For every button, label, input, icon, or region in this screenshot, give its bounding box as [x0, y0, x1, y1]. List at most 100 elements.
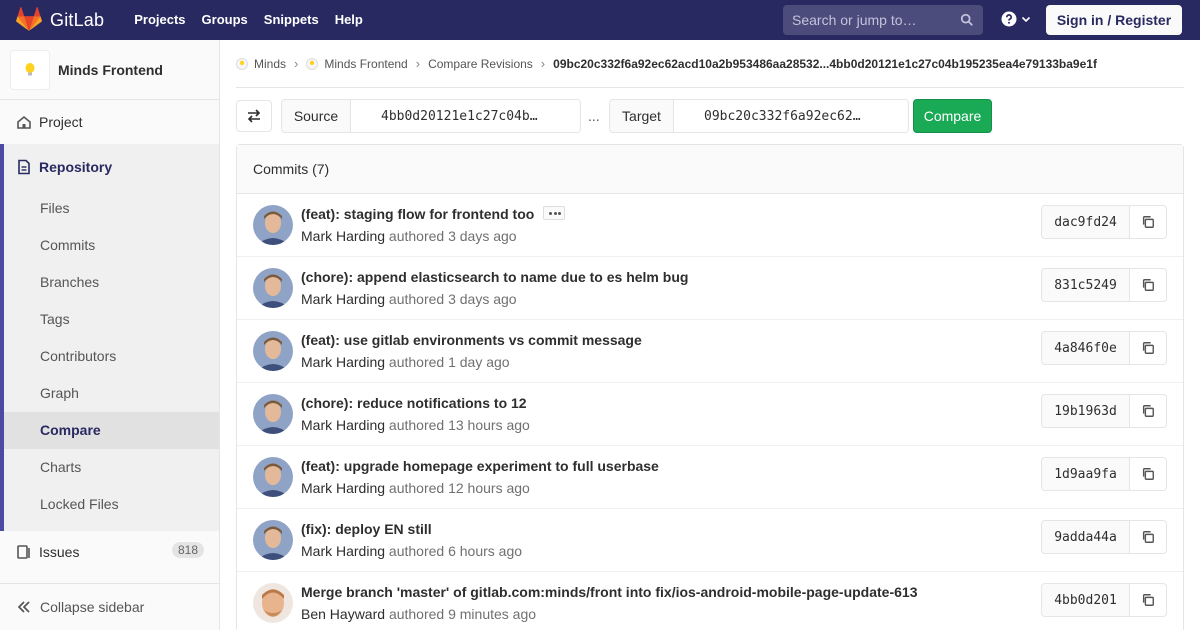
commit-title-text[interactable]: (feat): upgrade homepage experiment to f… — [301, 458, 659, 474]
avatar[interactable] — [253, 394, 293, 434]
commit-title-text[interactable]: (chore): append elasticsearch to name du… — [301, 269, 688, 285]
avatar[interactable] — [253, 520, 293, 560]
commit-sha[interactable]: 9adda44a — [1041, 520, 1130, 554]
commit-row: (chore): reduce notifications to 12 Mark … — [237, 383, 1183, 446]
sidebar-item-label: Project — [39, 114, 83, 130]
copy-sha-button[interactable] — [1130, 583, 1167, 617]
copy-icon — [1142, 531, 1154, 543]
breadcrumb-item-minds[interactable]: Minds — [236, 57, 286, 71]
sidebar-item-commits[interactable]: Commits — [40, 237, 95, 253]
compare-button[interactable]: Compare — [913, 99, 992, 133]
breadcrumb-current[interactable]: 09bc20c332f6a92ec62acd10a2b953486aa28532… — [553, 57, 1097, 71]
swap-revisions-button[interactable] — [236, 100, 272, 132]
commit-title-text[interactable]: (chore): reduce notifications to 12 — [301, 395, 527, 411]
expand-message-button[interactable] — [543, 206, 566, 221]
commit-sha-group: 831c5249 — [1041, 268, 1167, 302]
avatar[interactable] — [253, 205, 293, 245]
source-label: Source — [281, 99, 351, 133]
commit-title[interactable]: (fix): deploy EN still — [301, 521, 432, 537]
commit-title[interactable]: Merge branch 'master' of gitlab.com:mind… — [301, 584, 918, 600]
nav-links: Projects Groups Snippets Help — [126, 0, 371, 40]
commit-author[interactable]: Mark Harding — [301, 480, 385, 496]
commit-time: authored 12 hours ago — [388, 480, 530, 496]
nav-groups[interactable]: Groups — [194, 0, 256, 40]
question-icon — [1001, 11, 1017, 27]
double-chevron-left-icon — [17, 601, 30, 613]
search-input[interactable]: Search or jump to… — [783, 5, 983, 35]
copy-sha-button[interactable] — [1130, 457, 1167, 491]
avatar[interactable] — [253, 583, 293, 623]
copy-sha-button[interactable] — [1130, 205, 1167, 239]
source-revision-input[interactable]: 4bb0d20121e1c27c04b… — [350, 99, 581, 133]
commit-title[interactable]: (chore): reduce notifications to 12 — [301, 395, 527, 411]
commit-sha[interactable]: 4bb0d201 — [1041, 583, 1130, 617]
commit-sha[interactable]: 19b1963d — [1041, 394, 1130, 428]
sidebar-item-graph[interactable]: Graph — [40, 385, 79, 401]
commit-title[interactable]: (feat): use gitlab environments vs commi… — [301, 332, 642, 348]
nav-projects[interactable]: Projects — [126, 0, 193, 40]
breadcrumb: Minds › Minds Frontend › Compare Revisio… — [236, 40, 1184, 88]
commit-sha-group: 1d9aa9fa — [1041, 457, 1167, 491]
sidebar-item-compare[interactable]: Compare — [40, 422, 101, 438]
lightbulb-icon — [25, 62, 35, 75]
sidebar-item-issues[interactable]: Issues 818 — [0, 533, 219, 571]
copy-sha-button[interactable] — [1130, 394, 1167, 428]
sidebar-item-contributors[interactable]: Contributors — [40, 348, 116, 364]
help-dropdown[interactable] — [1001, 11, 1031, 27]
commit-meta: Mark Harding authored 1 day ago — [301, 354, 510, 370]
commit-title[interactable]: (chore): append elasticsearch to name du… — [301, 269, 688, 285]
top-navbar: GitLab Projects Groups Snippets Help Sea… — [0, 0, 1200, 40]
commit-title-text[interactable]: (fix): deploy EN still — [301, 521, 432, 537]
sidebar-item-repository[interactable]: Repository — [0, 156, 219, 178]
copy-sha-button[interactable] — [1130, 520, 1167, 554]
search-placeholder: Search or jump to… — [792, 12, 917, 28]
commit-time: authored 3 days ago — [388, 291, 517, 307]
sidebar-item-tags[interactable]: Tags — [40, 311, 70, 327]
sidebar-item-files[interactable]: Files — [40, 200, 70, 216]
commit-title-text[interactable]: Merge branch 'master' of gitlab.com:mind… — [301, 584, 918, 600]
commit-author[interactable]: Ben Hayward — [301, 606, 385, 622]
commit-sha[interactable]: dac9fd24 — [1041, 205, 1130, 239]
commit-sha-group: 4a846f0e — [1041, 331, 1167, 365]
sidebar-item-locked-files[interactable]: Locked Files — [40, 496, 119, 512]
nav-snippets[interactable]: Snippets — [256, 0, 327, 40]
commit-sha-group: dac9fd24 — [1041, 205, 1167, 239]
commit-author[interactable]: Mark Harding — [301, 354, 385, 370]
sign-in-button[interactable]: Sign in / Register — [1046, 5, 1182, 35]
home-icon — [17, 115, 31, 129]
commit-author[interactable]: Mark Harding — [301, 417, 385, 433]
sidebar: Minds Frontend Project Repository Files … — [0, 40, 220, 630]
commit-title-text[interactable]: (feat): use gitlab environments vs commi… — [301, 332, 642, 348]
commit-row: Merge branch 'master' of gitlab.com:mind… — [237, 572, 1183, 630]
project-context[interactable]: Minds Frontend — [0, 40, 219, 100]
commit-author[interactable]: Mark Harding — [301, 228, 385, 244]
commit-sha[interactable]: 4a846f0e — [1041, 331, 1130, 365]
sidebar-item-branches[interactable]: Branches — [40, 274, 99, 290]
avatar[interactable] — [253, 331, 293, 371]
collapse-sidebar-button[interactable]: Collapse sidebar — [0, 583, 219, 630]
commit-sha[interactable]: 1d9aa9fa — [1041, 457, 1130, 491]
nav-help[interactable]: Help — [327, 0, 371, 40]
breadcrumb-item-minds-frontend[interactable]: Minds Frontend — [306, 56, 408, 71]
commit-sha[interactable]: 831c5249 — [1041, 268, 1130, 302]
commit-title[interactable]: (feat): upgrade homepage experiment to f… — [301, 458, 659, 474]
commit-time: authored 13 hours ago — [388, 417, 530, 433]
copy-sha-button[interactable] — [1130, 268, 1167, 302]
commit-author[interactable]: Mark Harding — [301, 291, 385, 307]
breadcrumb-label: Minds Frontend — [324, 56, 408, 71]
commit-title[interactable]: (feat): staging flow for frontend too — [301, 206, 566, 222]
sidebar-item-project[interactable]: Project — [0, 110, 219, 134]
commit-author[interactable]: Mark Harding — [301, 543, 385, 559]
copy-sha-button[interactable] — [1130, 331, 1167, 365]
commit-title-text[interactable]: (feat): staging flow for frontend too — [301, 206, 534, 222]
target-revision-input[interactable]: 09bc20c332f6a92ec62… — [673, 99, 909, 133]
avatar[interactable] — [253, 457, 293, 497]
commits-panel: Commits (7) (feat): staging flow for fro… — [236, 144, 1184, 630]
breadcrumb-item-compare-revisions[interactable]: Compare Revisions — [428, 57, 533, 71]
avatar[interactable] — [253, 268, 293, 308]
commits-header: Commits (7) — [237, 145, 1183, 194]
swap-icon — [247, 109, 261, 123]
sidebar-item-charts[interactable]: Charts — [40, 459, 81, 475]
search-icon — [960, 13, 973, 26]
gitlab-home-link[interactable]: GitLab — [0, 0, 104, 40]
